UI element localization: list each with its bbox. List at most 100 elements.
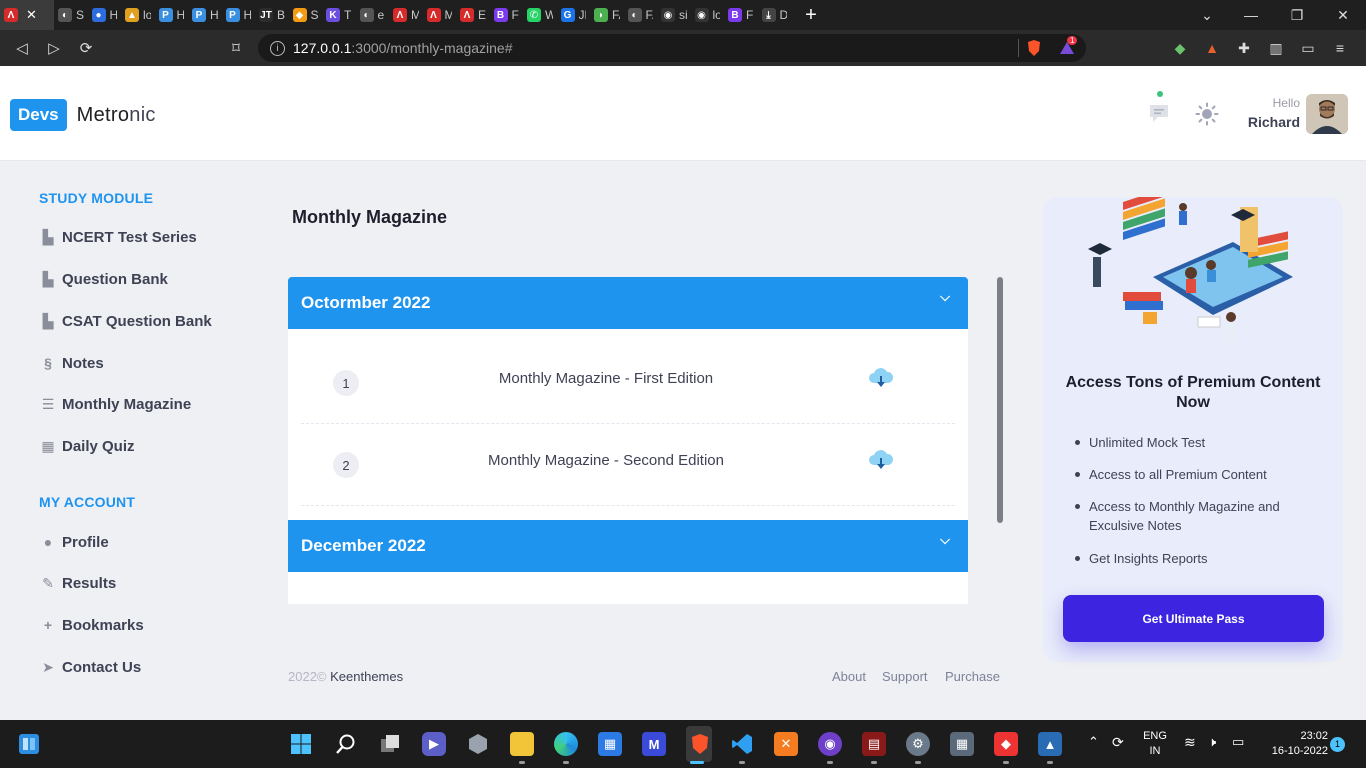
browser-tab[interactable]: ◆Sw	[289, 0, 323, 30]
chevron-down-icon[interactable]: ⌵	[940, 532, 950, 548]
footer-brand[interactable]: Keenthemes	[330, 669, 403, 684]
forward-icon[interactable]: ▷	[38, 30, 70, 66]
avatar[interactable]	[1306, 94, 1348, 134]
winrar-icon[interactable]: ▤	[862, 732, 886, 756]
extension-fox-icon[interactable]: ▲	[1202, 38, 1222, 58]
edge-browser-icon[interactable]	[554, 732, 578, 756]
wallet-icon[interactable]: ▭	[1298, 38, 1318, 58]
back-icon[interactable]: ◁	[6, 30, 38, 66]
task-view-icon[interactable]	[378, 732, 402, 756]
menu-icon[interactable]: ≡	[1330, 38, 1350, 58]
browser-tab[interactable]: PHo	[188, 0, 222, 30]
sidebar-toggle-icon[interactable]: ▥	[1266, 38, 1286, 58]
search-icon[interactable]	[334, 732, 358, 756]
browser-tab[interactable]: ◐FA	[624, 0, 658, 30]
browser-tab[interactable]: ΛMe	[389, 0, 423, 30]
close-window-button[interactable]: ✕	[1320, 0, 1366, 30]
file-explorer-icon[interactable]	[510, 732, 534, 756]
anydesk-icon[interactable]: ◆	[994, 732, 1018, 756]
cloud-download-icon[interactable]	[867, 366, 895, 390]
address-bar[interactable]: i 127.0.0.1:3000/monthly-magazine# 1	[258, 34, 1086, 62]
photos-icon[interactable]: ▲	[1038, 732, 1062, 756]
accordion-header-december[interactable]: December 2022 ⌵	[288, 520, 968, 572]
calculator-icon[interactable]: ▦	[950, 732, 974, 756]
browser-tab[interactable]: ⤓Do	[758, 0, 792, 30]
sidebar-item-contact-us[interactable]: ➤ Contact Us	[39, 656, 141, 678]
language-indicator[interactable]: ENG IN	[1140, 730, 1170, 757]
sidebar-item-question-bank[interactable]: ▙ Question Bank	[39, 268, 168, 290]
footer-link-purchase[interactable]: Purchase	[945, 669, 1000, 684]
extensions-puzzle-icon[interactable]: ✚	[1234, 38, 1254, 58]
notification-badge[interactable]: 1	[1330, 737, 1345, 752]
sidebar-item-ncert-test-series[interactable]: ▙ NCERT Test Series	[39, 226, 197, 248]
volume-icon[interactable]: 🕨	[1208, 734, 1216, 750]
chat-icon[interactable]	[1148, 102, 1170, 124]
browser-tab[interactable]: ◉ sin	[657, 0, 691, 30]
new-tab-button[interactable]: +	[791, 4, 831, 27]
browser-tab[interactable]: ▲ loc	[121, 0, 155, 30]
brave-browser-icon[interactable]	[688, 732, 712, 756]
tab-search-chevron-icon[interactable]: ⌄	[1184, 0, 1230, 30]
start-windows-icon[interactable]	[289, 732, 313, 756]
sidebar-item-bookmarks[interactable]: + Bookmarks	[39, 614, 144, 636]
browser-tab[interactable]: ✆ Wh	[523, 0, 557, 30]
chevron-down-icon[interactable]: ⌵	[940, 289, 950, 305]
tray-chevron-up-icon[interactable]: ⌃	[1088, 734, 1099, 750]
get-ultimate-pass-button[interactable]: Get Ultimate Pass	[1063, 595, 1324, 642]
reload-icon[interactable]: ⟳	[70, 30, 102, 66]
magazine-title[interactable]: Monthly Magazine - First Edition	[381, 370, 831, 387]
microsoft-store-icon[interactable]: ▦	[598, 732, 622, 756]
logo[interactable]: Devs Metronic	[10, 99, 156, 131]
browser-tab[interactable]: ΛMe	[423, 0, 457, 30]
xampp-icon[interactable]: ✕	[774, 732, 798, 756]
brave-rewards-icon[interactable]: 1	[1058, 36, 1078, 57]
browser-tab[interactable]: JT Be	[255, 0, 289, 30]
browser-tab[interactable]: ◗ FA	[590, 0, 624, 30]
footer-link-about[interactable]: About	[832, 669, 866, 684]
bookmark-icon[interactable]: ⌑	[220, 30, 252, 66]
scrollbar[interactable]	[997, 277, 1003, 523]
sidebar-item-results[interactable]: ✎ Results	[39, 572, 116, 594]
browser-tab[interactable]: ◉log	[691, 0, 725, 30]
browser-tab[interactable]: Λ Ext	[456, 0, 490, 30]
browser-tab[interactable]: PHo	[155, 0, 189, 30]
browser-tab[interactable]: ●HT	[88, 0, 122, 30]
browser-tab[interactable]: K The	[322, 0, 356, 30]
brave-shield-icon[interactable]	[1026, 39, 1042, 57]
sync-icon[interactable]: ⟳	[1112, 734, 1124, 751]
sidebar-item-notes[interactable]: § Notes	[39, 352, 104, 374]
cloud-download-icon[interactable]	[867, 448, 895, 472]
theme-toggle-sun-icon[interactable]	[1195, 102, 1219, 126]
user-name[interactable]: Richard	[1230, 114, 1300, 130]
sidebar-item-daily-quiz[interactable]: ▦ Daily Quiz	[39, 435, 134, 457]
github-desktop-icon[interactable]: ◉	[818, 732, 842, 756]
clock[interactable]: 23:02 16-10-2022	[1258, 730, 1328, 757]
browser-tab[interactable]: B Fle	[724, 0, 758, 30]
extension-leaf-icon[interactable]: ◆	[1170, 38, 1190, 58]
browser-tab[interactable]: ◐e1	[356, 0, 390, 30]
app-m-icon[interactable]: M	[642, 732, 666, 756]
minimize-button[interactable]: —	[1228, 0, 1274, 30]
tab-close-icon[interactable]: ✕	[26, 7, 37, 23]
browser-tab[interactable]: PHo	[222, 0, 256, 30]
sidebar-item-label: NCERT Test Series	[62, 228, 197, 246]
browser-tab[interactable]: GJEE	[557, 0, 591, 30]
settings-gear-icon[interactable]: ⚙	[906, 732, 930, 756]
footer-link-support[interactable]: Support	[882, 669, 928, 684]
browser-tab[interactable]: ◐ Sel	[54, 0, 88, 30]
vscode-icon[interactable]	[730, 732, 754, 756]
site-info-icon[interactable]: i	[270, 40, 285, 56]
sidebar-item-monthly-magazine[interactable]: ☰ Monthly Magazine	[39, 393, 191, 415]
magazine-title[interactable]: Monthly Magazine - Second Edition	[381, 452, 831, 469]
accordion-header-october[interactable]: Octormber 2022 ⌵	[288, 277, 968, 329]
wifi-icon[interactable]: ≋	[1184, 734, 1196, 751]
widgets-icon[interactable]	[17, 732, 41, 756]
browser-tab[interactable]: BFile	[490, 0, 524, 30]
sidebar-item-csat-question-bank[interactable]: ▙ CSAT Question Bank	[39, 310, 212, 332]
battery-icon[interactable]: ▭	[1232, 734, 1244, 750]
maximize-button[interactable]: ❐	[1274, 0, 1320, 30]
sidebar-item-profile[interactable]: ● Profile	[39, 531, 109, 553]
browser-tab[interactable]: Λ ✕	[0, 0, 54, 30]
teams-chat-icon[interactable]: ▶	[422, 732, 446, 756]
app-hexagon-icon[interactable]	[466, 732, 490, 756]
